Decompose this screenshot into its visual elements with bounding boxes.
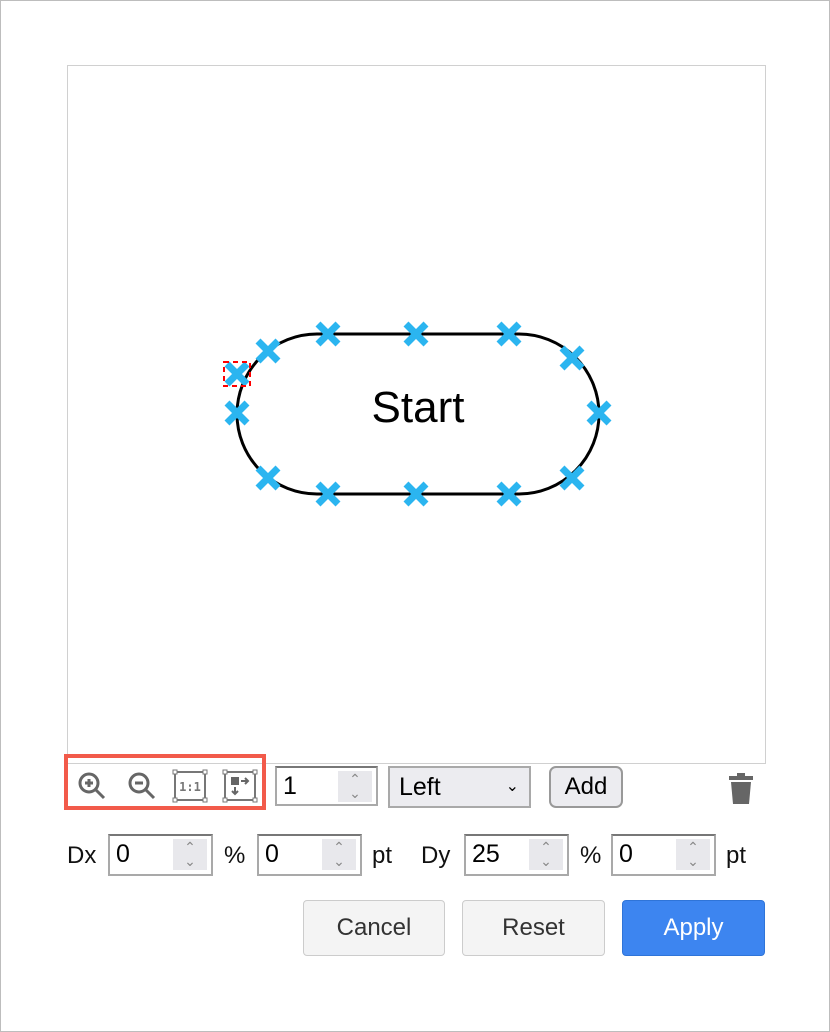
- trash-icon[interactable]: [727, 773, 755, 805]
- zoom-out-icon[interactable]: [124, 768, 160, 804]
- stepper-arrows[interactable]: ⌃ ⌄: [529, 839, 563, 870]
- stepper-arrows[interactable]: ⌃ ⌄: [338, 771, 372, 802]
- pt-label: pt: [372, 842, 393, 869]
- dx-pt-value: 0: [265, 840, 279, 868]
- connection-point-marker[interactable]: [224, 361, 250, 387]
- dx-percent-value: 0: [116, 840, 130, 868]
- alignment-select[interactable]: Left ⌄: [388, 766, 531, 808]
- dx-label: Dx: [67, 842, 97, 869]
- pt-label: pt: [726, 842, 747, 869]
- index-value: 1: [283, 772, 297, 800]
- stepper-arrows[interactable]: ⌃ ⌄: [173, 839, 207, 870]
- alignment-value: Left: [399, 773, 441, 801]
- add-button[interactable]: Add: [549, 766, 623, 808]
- apply-button[interactable]: Apply: [622, 900, 765, 956]
- shape-preview: Start: [223, 321, 612, 507]
- stepper-arrows[interactable]: ⌃ ⌄: [676, 839, 710, 870]
- percent-label: %: [580, 842, 602, 869]
- svg-text:1:1: 1:1: [179, 780, 201, 794]
- stepper-arrows[interactable]: ⌃ ⌄: [322, 839, 356, 870]
- dy-pt-value: 0: [619, 840, 633, 868]
- percent-label: %: [224, 842, 246, 869]
- reset-button[interactable]: Reset: [462, 900, 605, 956]
- chevron-down-icon: ⌄: [505, 778, 519, 795]
- cancel-button[interactable]: Cancel: [303, 900, 445, 956]
- dx-percent-input[interactable]: 0 ⌃ ⌄: [108, 834, 213, 876]
- shape-label: Start: [372, 383, 465, 432]
- zoom-in-icon[interactable]: [74, 768, 110, 804]
- dy-percent-input[interactable]: 25 ⌃ ⌄: [464, 834, 569, 876]
- actual-size-icon[interactable]: 1:1: [172, 768, 208, 804]
- dy-pt-input[interactable]: 0 ⌃ ⌄: [611, 834, 716, 876]
- dy-label: Dy: [421, 842, 451, 869]
- dx-pt-input[interactable]: 0 ⌃ ⌄: [257, 834, 362, 876]
- fit-icon[interactable]: [222, 768, 258, 804]
- preview-canvas[interactable]: Start: [67, 65, 766, 764]
- dy-percent-value: 25: [472, 840, 500, 868]
- index-stepper[interactable]: 1 ⌃ ⌄: [275, 766, 378, 806]
